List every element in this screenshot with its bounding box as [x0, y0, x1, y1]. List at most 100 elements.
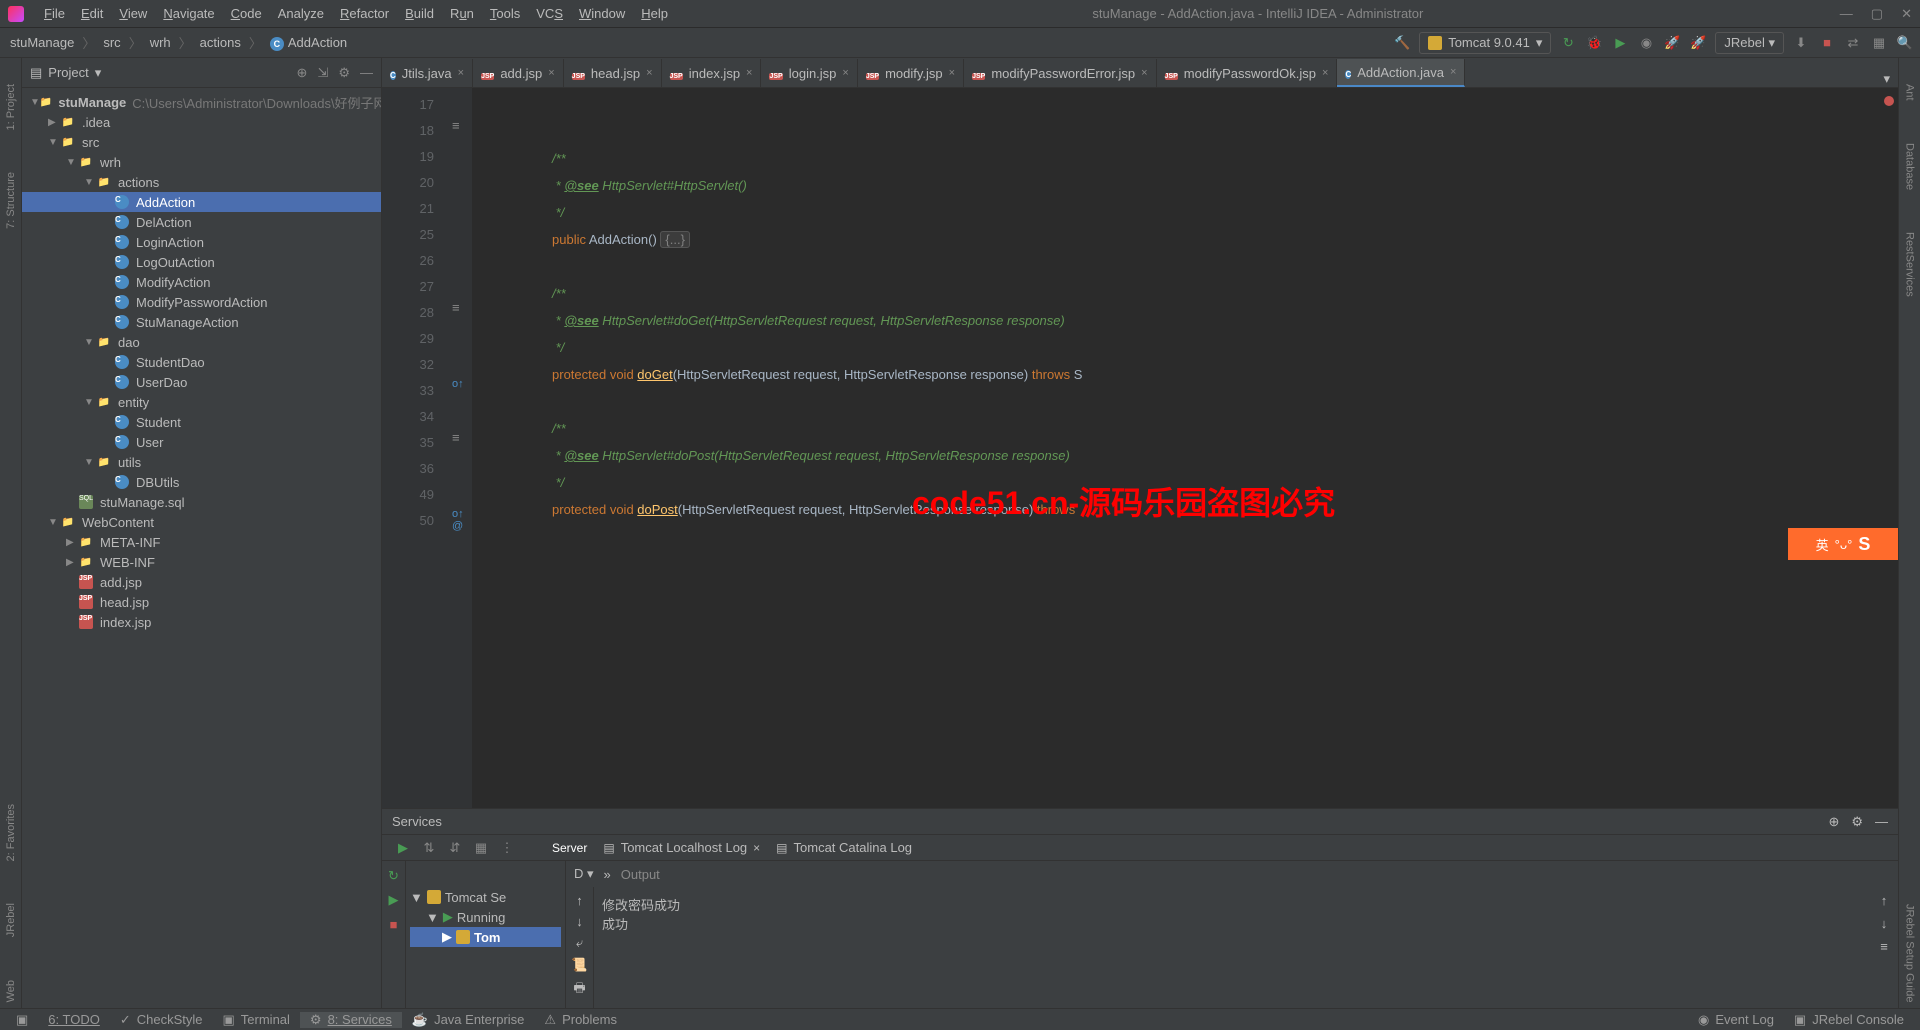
coverage-icon[interactable]: ▶: [1611, 34, 1629, 52]
tree-item[interactable]: CModifyPasswordAction: [22, 292, 381, 312]
breadcrumb[interactable]: stuManage〉src〉wrh〉actions〉CAddAction: [6, 33, 1393, 53]
close-icon[interactable]: ×: [548, 67, 554, 79]
tree-icon[interactable]: ⇅: [420, 839, 438, 857]
tool-window-icon[interactable]: ▣: [6, 1012, 38, 1028]
menu-refactor[interactable]: Refactor: [332, 6, 397, 21]
breadcrumb-item[interactable]: src: [99, 33, 124, 52]
run-icon[interactable]: ↻: [1559, 34, 1577, 52]
menu-icon[interactable]: ≡: [1880, 939, 1888, 954]
wrap-icon[interactable]: ⤶: [576, 935, 583, 951]
editor-tab[interactable]: CAddAction.java×: [1337, 59, 1465, 87]
tree-item[interactable]: ▼📁src: [22, 132, 381, 152]
jrebel-button[interactable]: JRebel ▾: [1715, 32, 1784, 54]
close-icon[interactable]: ×: [458, 67, 464, 79]
ime-indicator[interactable]: 英°ᴗ°S: [1788, 528, 1898, 560]
scroll-icon[interactable]: 📜: [571, 957, 587, 973]
close-icon[interactable]: ×: [1450, 66, 1456, 78]
editor-tab[interactable]: JSPindex.jsp×: [662, 59, 762, 87]
tree-item[interactable]: CModifyAction: [22, 272, 381, 292]
rerun-icon[interactable]: ↻: [385, 867, 403, 885]
project-tree[interactable]: ▼ 📁 stuManage C:\Users\Administrator\Dow…: [22, 88, 381, 1008]
code-content[interactable]: /** * @see HttpServlet#HttpServlet() */ …: [472, 88, 1898, 808]
tool-tab-restservices[interactable]: RestServices: [1902, 226, 1918, 303]
tool-tab-jrebel[interactable]: JRebel: [3, 897, 19, 943]
debug-icon[interactable]: 🐞: [1585, 34, 1603, 52]
breadcrumb-item[interactable]: wrh: [146, 33, 175, 52]
tree-item[interactable]: CStudentDao: [22, 352, 381, 372]
status-todo[interactable]: 6: TODO: [38, 1012, 110, 1027]
tree-item[interactable]: ▶📁META-INF: [22, 532, 381, 552]
menu-tools[interactable]: Tools: [482, 6, 528, 21]
gear-icon[interactable]: ⚙: [1851, 814, 1863, 830]
menu-window[interactable]: Window: [571, 6, 633, 21]
tree-item[interactable]: CLoginAction: [22, 232, 381, 252]
menu-vcs[interactable]: VCS: [528, 6, 571, 21]
menu-help[interactable]: Help: [633, 6, 676, 21]
target-icon[interactable]: ⊕: [297, 65, 308, 81]
tool-tab-favorites[interactable]: 2: Favorites: [3, 798, 19, 867]
up-arrow-icon[interactable]: ↑: [1881, 893, 1888, 908]
down-icon[interactable]: ↓: [576, 914, 583, 929]
editor-tab[interactable]: JSPhead.jsp×: [564, 59, 662, 87]
maximize-icon[interactable]: ▢: [1871, 6, 1883, 22]
close-icon[interactable]: ×: [949, 67, 955, 79]
menu-view[interactable]: View: [111, 6, 155, 21]
status-jrebel-console[interactable]: ▣ JRebel Console: [1784, 1012, 1914, 1028]
project-panel-title[interactable]: Project: [48, 65, 88, 80]
search-icon[interactable]: 🔍: [1896, 34, 1914, 52]
tab-localhost-log[interactable]: ▤ Tomcat Localhost Log ×: [603, 840, 760, 855]
rocket-icon[interactable]: 🚀: [1663, 34, 1681, 52]
status-event-log[interactable]: ◉ Event Log: [1688, 1012, 1784, 1028]
structure-icon[interactable]: ▦: [1870, 34, 1888, 52]
tool-tab-database[interactable]: Database: [1902, 137, 1918, 196]
tree-item[interactable]: ▼📁utils: [22, 452, 381, 472]
tree-item[interactable]: ▼📁actions: [22, 172, 381, 192]
tree-item[interactable]: CUserDao: [22, 372, 381, 392]
tree-item[interactable]: SQLstuManage.sql: [22, 492, 381, 512]
tool-tab-structure[interactable]: 7: Structure: [3, 166, 19, 235]
tree-item[interactable]: ▶📁.idea: [22, 112, 381, 132]
tree-item[interactable]: CStuManageAction: [22, 312, 381, 332]
expand-icon[interactable]: ⇲: [317, 65, 328, 81]
breadcrumb-item[interactable]: stuManage: [6, 33, 78, 52]
status-terminal[interactable]: ▣ Terminal: [213, 1012, 300, 1028]
close-icon[interactable]: ×: [1141, 67, 1147, 79]
stop-icon[interactable]: ■: [1818, 34, 1836, 52]
output-text[interactable]: 修改密码成功 成功: [594, 887, 1870, 1008]
menu-code[interactable]: Code: [223, 6, 270, 21]
chevron-down-icon[interactable]: ▾: [95, 65, 102, 81]
tree-item[interactable]: JSPhead.jsp: [22, 592, 381, 612]
editor-tab[interactable]: JSPadd.jsp×: [473, 59, 564, 87]
tree-item[interactable]: CStudent: [22, 412, 381, 432]
status-problems[interactable]: ⚠ Problems: [534, 1012, 627, 1028]
run-icon[interactable]: ▶: [385, 891, 403, 909]
editor-tab[interactable]: JSPmodifyPasswordError.jsp×: [964, 59, 1156, 87]
error-indicator[interactable]: [1884, 96, 1894, 106]
tree-item[interactable]: JSPindex.jsp: [22, 612, 381, 632]
menu-file[interactable]: File: [36, 6, 73, 21]
update-icon[interactable]: ⇄: [1844, 34, 1862, 52]
down-arrow-icon[interactable]: ↓: [1881, 916, 1888, 931]
status-checkstyle[interactable]: ✓ CheckStyle: [110, 1012, 213, 1028]
close-icon[interactable]: ×: [1322, 67, 1328, 79]
menu-navigate[interactable]: Navigate: [155, 6, 222, 21]
menu-run[interactable]: Run: [442, 6, 482, 21]
tree-root[interactable]: ▼ 📁 stuManage C:\Users\Administrator\Dow…: [22, 92, 381, 112]
tree-item[interactable]: ▼📁dao: [22, 332, 381, 352]
close-icon[interactable]: ×: [746, 67, 752, 79]
services-tree[interactable]: ▼Tomcat Se ▼▶Running ▶Tom: [406, 861, 566, 1008]
filter-icon[interactable]: ⇵: [446, 839, 464, 857]
tree-item[interactable]: ▼📁entity: [22, 392, 381, 412]
up-icon[interactable]: ↑: [576, 893, 583, 908]
print-icon[interactable]: 🖶: [573, 979, 585, 1001]
tree-item[interactable]: CUser: [22, 432, 381, 452]
tree-item[interactable]: CDelAction: [22, 212, 381, 232]
close-icon[interactable]: ✕: [1901, 6, 1912, 22]
menu-analyze[interactable]: Analyze: [270, 6, 332, 21]
more-icon[interactable]: ⋮: [498, 839, 516, 857]
tab-catalina-log[interactable]: ▤ Tomcat Catalina Log: [776, 840, 912, 855]
hide-icon[interactable]: —: [1875, 814, 1888, 829]
attach-icon[interactable]: ⬇: [1792, 34, 1810, 52]
hammer-icon[interactable]: 🔨: [1393, 34, 1411, 52]
tree-item[interactable]: ▼📁WebContent: [22, 512, 381, 532]
